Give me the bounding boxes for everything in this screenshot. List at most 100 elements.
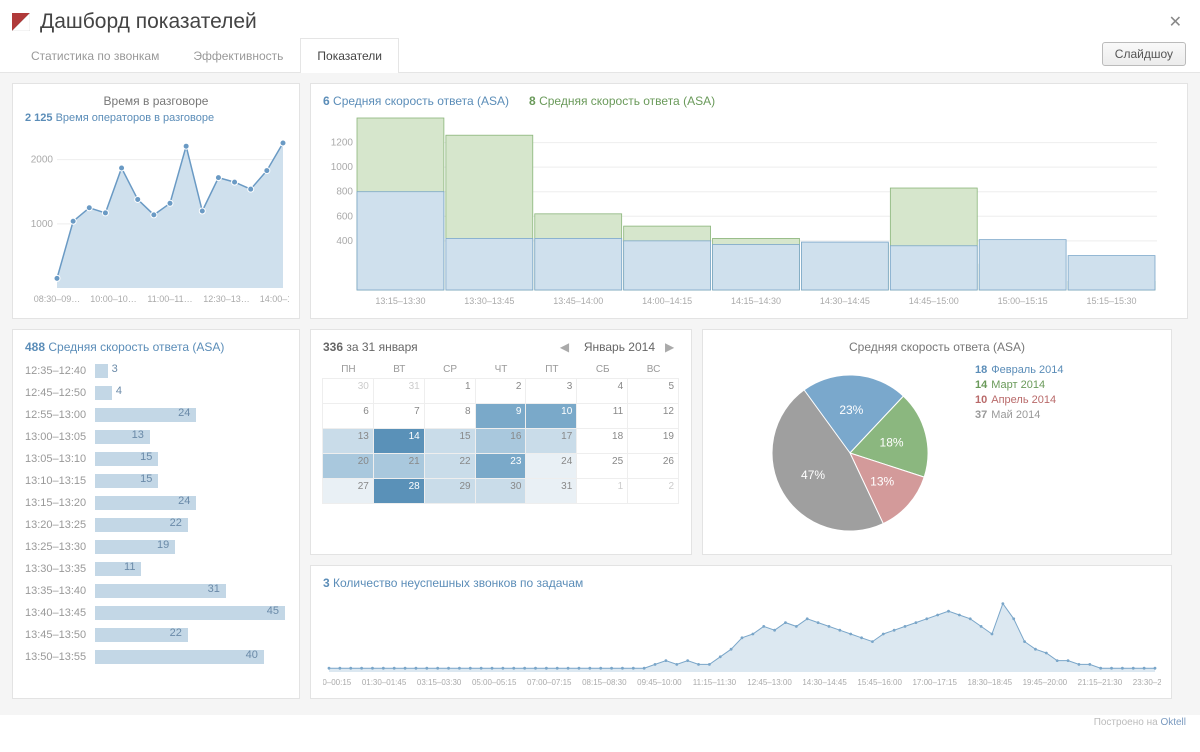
svg-text:13:15–13:30: 13:15–13:30 xyxy=(375,296,425,306)
cal-cell[interactable]: 16 xyxy=(475,428,527,454)
cal-cell[interactable]: 2 xyxy=(627,478,679,504)
pie-legend-item: 37Май 2014 xyxy=(975,409,1064,421)
cal-cell[interactable]: 12 xyxy=(627,403,679,429)
cal-prev-icon[interactable]: ◀ xyxy=(560,340,574,354)
svg-text:47%: 47% xyxy=(801,468,825,482)
svg-text:23%: 23% xyxy=(839,403,863,417)
cal-cell[interactable]: 19 xyxy=(627,428,679,454)
hbar-label: 13:50–13:55 xyxy=(25,651,95,663)
cal-weekday: ВС xyxy=(628,360,679,379)
svg-text:08:15–08:30: 08:15–08:30 xyxy=(582,678,627,687)
asa-dual-l1: Средняя скорость ответа (ASA) xyxy=(333,94,509,108)
cal-cell[interactable]: 13 xyxy=(322,428,374,454)
cal-cell[interactable]: 9 xyxy=(475,403,527,429)
cal-cell[interactable]: 4 xyxy=(576,378,628,404)
cal-cell[interactable]: 26 xyxy=(627,453,679,479)
svg-text:13%: 13% xyxy=(870,474,894,488)
svg-text:600: 600 xyxy=(336,211,353,222)
svg-text:12:45–13:00: 12:45–13:00 xyxy=(747,678,792,687)
hbar-row: 13:35–13:4031 xyxy=(25,580,287,602)
cal-cell[interactable]: 6 xyxy=(322,403,374,429)
svg-text:05:00–05:15: 05:00–05:15 xyxy=(472,678,517,687)
cal-cell[interactable]: 10 xyxy=(525,403,577,429)
asa-dual-v1: 6 xyxy=(323,94,330,108)
pie-legend-item: 18Февраль 2014 xyxy=(975,364,1064,376)
cal-cell[interactable]: 8 xyxy=(424,403,476,429)
cal-cell[interactable]: 3 xyxy=(525,378,577,404)
page-title: Дашборд показателей xyxy=(40,10,257,34)
cal-next-icon[interactable]: ▶ xyxy=(665,340,679,354)
pie-legend-item: 10Апрель 2014 xyxy=(975,394,1064,406)
tab-indicators[interactable]: Показатели xyxy=(300,38,399,73)
asa-dual-chart: 4006008001000120013:15–13:3013:30–13:451… xyxy=(323,112,1163,308)
svg-text:1200: 1200 xyxy=(331,138,354,149)
svg-text:800: 800 xyxy=(336,187,353,198)
hbar-label: 12:55–13:00 xyxy=(25,409,95,421)
svg-text:10:00–10…: 10:00–10… xyxy=(90,294,137,304)
hbar-label: 13:00–13:05 xyxy=(25,431,95,443)
cal-cell[interactable]: 22 xyxy=(424,453,476,479)
panel-asa-hbar: 488 Средняя скорость ответа (ASA) 12:35–… xyxy=(12,329,300,699)
cal-cell[interactable]: 23 xyxy=(475,453,527,479)
cal-weekday: ПТ xyxy=(526,360,577,379)
cal-month-label: Январь 2014 xyxy=(584,340,655,354)
tab-call-stats[interactable]: Статистика по звонкам xyxy=(14,38,176,73)
footer-link[interactable]: Oktell xyxy=(1160,717,1186,728)
hbar-bar: 11 xyxy=(95,562,141,576)
hbar-row: 12:45–12:504 xyxy=(25,382,287,404)
asa-hbar-value: 488 xyxy=(25,340,45,354)
hbar-row: 12:55–13:0024 xyxy=(25,404,287,426)
svg-text:14:30–14:45: 14:30–14:45 xyxy=(802,678,847,687)
cal-cell[interactable]: 11 xyxy=(576,403,628,429)
cal-cell[interactable]: 14 xyxy=(373,428,425,454)
failed-chart: 00:00–00:1501:30–01:4503:15–03:3005:00–0… xyxy=(323,592,1161,688)
cal-cell[interactable]: 30 xyxy=(322,378,374,404)
app-logo-icon xyxy=(12,13,30,31)
cal-cell[interactable]: 1 xyxy=(424,378,476,404)
hbar-bar: 15 xyxy=(95,474,158,488)
cal-cell[interactable]: 29 xyxy=(424,478,476,504)
cal-cell[interactable]: 7 xyxy=(373,403,425,429)
cal-cell[interactable]: 1 xyxy=(576,478,628,504)
cal-weekday: ПН xyxy=(323,360,374,379)
hbar-label: 13:15–13:20 xyxy=(25,497,95,509)
talk-time-value: 2 125 xyxy=(25,112,53,124)
cal-cell[interactable]: 30 xyxy=(475,478,527,504)
cal-cell[interactable]: 20 xyxy=(322,453,374,479)
cal-cell[interactable]: 21 xyxy=(373,453,425,479)
cal-cell[interactable]: 25 xyxy=(576,453,628,479)
cal-cell[interactable]: 17 xyxy=(525,428,577,454)
hbar-label: 13:30–13:35 xyxy=(25,563,95,575)
svg-text:13:45–14:00: 13:45–14:00 xyxy=(553,296,603,306)
cal-cell[interactable]: 2 xyxy=(475,378,527,404)
cal-cell[interactable]: 31 xyxy=(373,378,425,404)
svg-text:1000: 1000 xyxy=(331,162,354,173)
cal-cell[interactable]: 24 xyxy=(525,453,577,479)
hbar-label: 13:40–13:45 xyxy=(25,607,95,619)
cal-header-label: за 31 января xyxy=(346,340,417,354)
hbar-row: 13:10–13:1515 xyxy=(25,470,287,492)
hbar-row: 13:40–13:4545 xyxy=(25,602,287,624)
panel-calendar: 336 за 31 января ◀ Январь 2014 ▶ ПНВТСРЧ… xyxy=(310,329,692,555)
hbar-label: 13:20–13:25 xyxy=(25,519,95,531)
cal-cell[interactable]: 18 xyxy=(576,428,628,454)
close-icon[interactable]: ✕ xyxy=(1169,12,1182,32)
hbar-row: 13:45–13:5022 xyxy=(25,624,287,646)
cal-cell[interactable]: 28 xyxy=(373,478,425,504)
svg-text:19:45–20:00: 19:45–20:00 xyxy=(1023,678,1068,687)
slideshow-button[interactable]: Слайдшоу xyxy=(1102,42,1186,66)
pie-legend-item: 14Март 2014 xyxy=(975,379,1064,391)
cal-cell[interactable]: 5 xyxy=(627,378,679,404)
tab-efficiency[interactable]: Эффективность xyxy=(176,38,300,73)
svg-text:400: 400 xyxy=(336,236,353,247)
cal-cell[interactable]: 27 xyxy=(322,478,374,504)
hbar-row: 13:15–13:2024 xyxy=(25,492,287,514)
failed-label: Количество неуспешных звонков по задачам xyxy=(333,576,583,590)
cal-cell[interactable]: 31 xyxy=(525,478,577,504)
hbar-label: 13:35–13:40 xyxy=(25,585,95,597)
cal-cell[interactable]: 15 xyxy=(424,428,476,454)
svg-text:18:30–18:45: 18:30–18:45 xyxy=(968,678,1013,687)
svg-text:14:00–14…: 14:00–14… xyxy=(260,294,289,304)
svg-text:11:00–11…: 11:00–11… xyxy=(147,294,192,304)
svg-text:07:00–07:15: 07:00–07:15 xyxy=(527,678,572,687)
